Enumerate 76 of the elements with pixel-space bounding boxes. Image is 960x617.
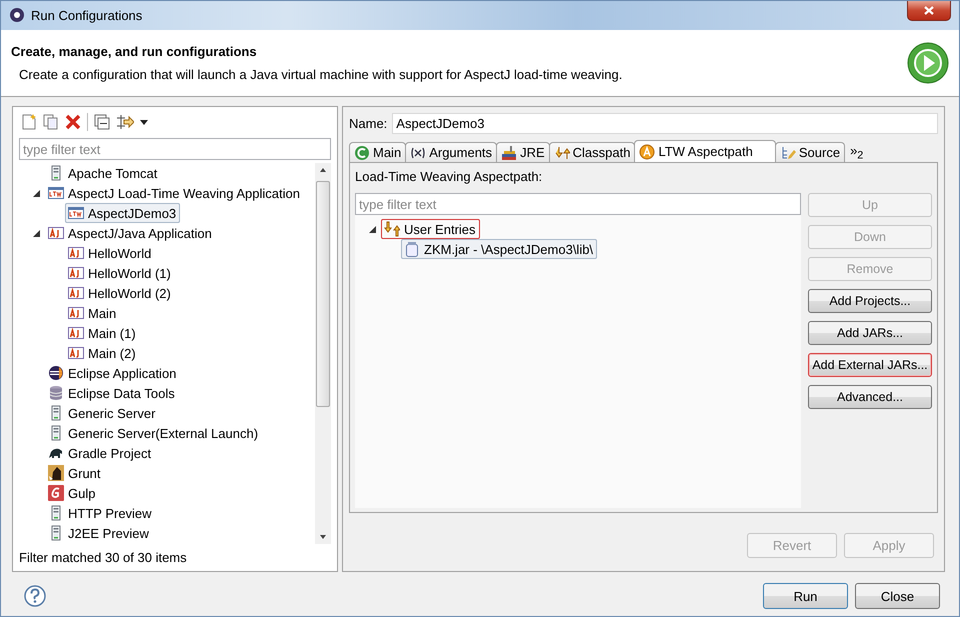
aj-icon <box>68 345 84 362</box>
close-button[interactable]: Close <box>855 583 940 610</box>
more-tabs-button[interactable]: »$_{2}$ <box>844 142 870 162</box>
filter-status: Filter matched 30 of 30 items <box>19 549 188 566</box>
aspect-icon <box>639 144 656 160</box>
side-button[interactable]: Advanced... <box>808 385 932 410</box>
scroll-thumb[interactable] <box>316 181 330 408</box>
close-button[interactable] <box>907 1 951 21</box>
tree-item[interactable]: HelloWorld (2) <box>65 283 175 304</box>
app-icon <box>9 7 25 24</box>
tree-item[interactable]: Grunt <box>45 463 105 484</box>
tree-item[interactable]: HelloWorld (1) <box>65 263 175 284</box>
jar-icon <box>404 241 420 258</box>
tree-item[interactable]: J2EE Preview <box>45 523 153 544</box>
tree-item[interactable]: Eclipse Application <box>45 363 180 384</box>
name-field[interactable]: AspectJDemo3 <box>392 113 938 134</box>
tree-item[interactable]: AspectJ/Java Application <box>45 223 216 244</box>
side-button[interactable]: Add JARs... <box>808 321 932 346</box>
tree-item[interactable]: HelloWorld <box>65 243 156 264</box>
play-icon <box>907 42 949 84</box>
books-icon <box>501 144 518 161</box>
name-label: Name: <box>349 116 388 132</box>
tree-item[interactable]: Gradle Project <box>45 443 156 464</box>
run-button[interactable]: Run <box>763 583 848 610</box>
tree-item[interactable]: Main <box>65 303 120 324</box>
aj-icon <box>48 225 64 242</box>
filter-field[interactable]: type filter text <box>19 138 331 160</box>
header-description: Create a configuration that will launch a Java virtual machine with support for AspectJ load-time weaving. <box>18 67 624 82</box>
tab[interactable]: Arguments <box>405 142 498 162</box>
tab[interactable]: Main <box>349 142 406 162</box>
window-title: Run Configurations <box>31 8 144 23</box>
tree-item[interactable]: AspectJDemo3 <box>65 203 180 224</box>
tree-item[interactable]: HTTP Preview <box>45 503 156 524</box>
classpath-entry[interactable]: User Entries <box>381 219 480 240</box>
aj-icon <box>68 245 84 262</box>
ltw-icon <box>68 205 84 222</box>
help-icon[interactable] <box>24 585 46 608</box>
source-icon <box>780 144 796 161</box>
tree-item[interactable]: Generic Server(External Launch) <box>45 423 262 444</box>
tree-item[interactable]: Main (2) <box>65 343 140 364</box>
classpath-icon <box>384 221 400 238</box>
filter-field[interactable]: type filter text <box>355 193 801 216</box>
scrollbar[interactable] <box>315 163 331 544</box>
duplicate-icon[interactable] <box>43 114 59 130</box>
ltw-icon <box>48 185 64 202</box>
collapse-all-icon[interactable] <box>94 114 110 130</box>
tree-item[interactable]: AspectJ Load-Time Weaving Application <box>45 183 304 204</box>
tree-item[interactable]: Apache Tomcat <box>45 163 162 184</box>
side-button[interactable]: Add External JARs... <box>808 353 932 378</box>
eclipse-icon <box>48 365 64 382</box>
new-file-icon[interactable] <box>21 114 37 130</box>
collapse-arrow-icon[interactable] <box>32 230 40 237</box>
collapse-arrow-icon[interactable] <box>368 226 376 233</box>
aj-icon <box>68 305 84 322</box>
tree-item[interactable]: Generic Server <box>45 403 160 424</box>
classpath-icon <box>554 144 570 161</box>
aj-icon <box>68 285 84 302</box>
tab[interactable]: Classpath <box>548 142 636 162</box>
tree-item[interactable]: Main (1) <box>65 323 140 344</box>
dropdown-caret-icon[interactable] <box>140 120 148 125</box>
close-icon <box>924 6 934 15</box>
tab[interactable]: Source <box>774 142 846 162</box>
delete-icon[interactable] <box>65 114 81 130</box>
aj-icon <box>68 265 84 282</box>
tree-item[interactable]: Gulp <box>45 483 100 504</box>
section-label: Load-Time Weaving Aspectpath: <box>355 169 544 186</box>
filter-icon[interactable] <box>116 114 134 130</box>
tab[interactable]: LTW Aspectpath <box>634 140 776 162</box>
collapse-arrow-icon[interactable] <box>32 190 40 197</box>
tab[interactable]: JRE <box>496 142 550 162</box>
database-icon <box>48 385 64 402</box>
classpath-entry[interactable]: ZKM.jar - \AspectJDemo3\lib\ <box>401 239 598 260</box>
header-title: Create, manage, and run configurations <box>11 44 258 60</box>
tree-item[interactable]: Eclipse Data Tools <box>45 383 179 404</box>
aj-icon <box>68 325 84 342</box>
side-button[interactable]: Add Projects... <box>808 289 932 314</box>
